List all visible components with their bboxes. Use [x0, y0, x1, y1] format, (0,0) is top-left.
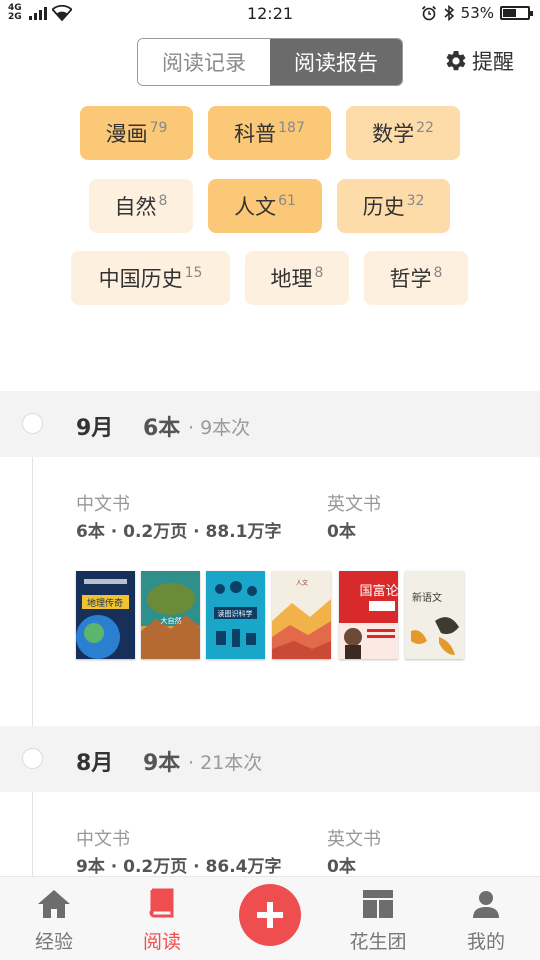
nav-label: 我的 — [466, 931, 505, 953]
book-cover-art: 大自然 — [141, 571, 200, 659]
cover-title: 人文 — [296, 579, 308, 587]
group-icon — [363, 890, 393, 918]
nav-experience[interactable]: 经验 — [0, 877, 108, 960]
tag-chip[interactable]: 中国历史 15 — [71, 251, 230, 305]
book-cover-art: 人文 — [272, 571, 331, 659]
gear-icon — [446, 50, 466, 71]
tag-chip[interactable]: 哲学 8 — [364, 251, 468, 305]
tag-name: 地理 — [270, 267, 313, 291]
book-cover-art: 新语文 — [405, 571, 464, 659]
month-label: 8月 — [76, 751, 114, 776]
tag-name: 自然 — [114, 195, 157, 219]
book-cover[interactable]: 地理传奇 — [76, 571, 135, 659]
tag-count: 61 — [278, 193, 296, 209]
tag-chip[interactable]: 历史 32 — [337, 179, 450, 233]
bluetooth-icon — [444, 5, 454, 21]
month-header[interactable]: 9月 6本 · 9本次 — [0, 391, 540, 457]
nav-peanut-group[interactable]: 花生团 — [324, 877, 432, 960]
english-books-label: 英文书 — [327, 829, 381, 850]
tag-name: 漫画 — [105, 122, 148, 146]
month-read-times: · 21本次 — [188, 752, 263, 774]
month-label: 9月 — [76, 416, 114, 441]
english-books-label: 英文书 — [327, 494, 381, 515]
tag-chip[interactable]: 数学 22 — [346, 106, 460, 160]
tag-name: 人文 — [234, 195, 277, 219]
month-book-count: 6本 — [143, 416, 181, 441]
alarm-icon — [421, 5, 436, 21]
month-header[interactable]: 8月 9本 · 21本次 — [0, 726, 540, 792]
english-books-value: 0本 — [327, 857, 356, 877]
cover-title: 大自然 — [161, 616, 182, 625]
tab-reading-record[interactable]: 阅读记录 — [138, 39, 270, 85]
battery-percent: 53% — [460, 4, 494, 22]
tag-count: 15 — [184, 265, 203, 281]
tag-chip[interactable]: 地理 8 — [245, 251, 349, 305]
tag-chip[interactable]: 漫画 79 — [80, 106, 193, 160]
tag-count: 22 — [416, 120, 434, 136]
book-cover-art: 地理传奇 — [76, 571, 135, 659]
report-toggle: 阅读记录 阅读报告 — [137, 38, 403, 86]
tab-reading-report[interactable]: 阅读报告 — [270, 39, 402, 85]
chinese-books-label: 中文书 — [76, 494, 130, 515]
tag-name: 历史 — [362, 195, 405, 219]
book-cover[interactable]: 人文 — [272, 571, 331, 659]
cover-title: 地理传奇 — [87, 597, 123, 609]
book-cover[interactable]: 国富论 — [339, 571, 398, 659]
english-books-value: 0本 — [327, 522, 356, 542]
tag-name: 哲学 — [389, 267, 432, 291]
chinese-books-label: 中文书 — [76, 829, 130, 850]
book-cover[interactable]: 新语文 — [405, 571, 464, 659]
cover-title: 国富论 — [359, 583, 398, 599]
tag-count: 8 — [314, 265, 324, 281]
tag-chip[interactable]: 自然 8 — [89, 179, 193, 233]
nav-mine[interactable]: 我的 — [432, 877, 540, 960]
nav-label: 阅读 — [142, 931, 181, 953]
timeline-line — [32, 424, 33, 884]
tag-chip[interactable]: 人文 61 — [208, 179, 322, 233]
cover-title: 新语文 — [412, 591, 442, 604]
add-button[interactable] — [239, 884, 301, 946]
tag-count: 8 — [433, 265, 443, 281]
book-cover-art: 国富论 — [339, 571, 398, 659]
month-read-times: · 9本次 — [188, 417, 251, 439]
timeline-dot — [22, 748, 43, 769]
book-icon — [149, 888, 174, 918]
chinese-books-value: 9本 · 0.2万页 · 86.4万字 — [76, 857, 282, 877]
nav-reading[interactable]: 阅读 — [108, 877, 216, 960]
cover-title: 读图识科学 — [218, 609, 253, 618]
tag-count: 79 — [149, 120, 168, 136]
book-cover-art: 读图识科学 — [206, 571, 265, 659]
profile-icon — [473, 891, 499, 918]
remind-label: 提醒 — [472, 50, 514, 74]
tag-name: 科普 — [234, 122, 277, 146]
remind-button[interactable]: 提醒 — [444, 46, 514, 76]
tag-name: 中国历史 — [98, 267, 183, 291]
tag-count: 32 — [406, 193, 425, 209]
battery-icon — [500, 6, 533, 20]
month-book-count: 9本 — [143, 751, 181, 776]
tag-count: 8 — [158, 193, 168, 209]
tag-name: 数学 — [372, 122, 415, 146]
tag-chip[interactable]: 科普 187 — [208, 106, 331, 160]
chinese-books-value: 6本 · 0.2万页 · 88.1万字 — [76, 522, 282, 542]
status-right: 53% — [421, 4, 533, 22]
book-cover[interactable]: 大自然 — [141, 571, 200, 659]
nav-label: 花生团 — [349, 931, 407, 953]
tag-count: 187 — [278, 120, 305, 136]
status-bar: 4G 2G 12:21 53% — [0, 0, 540, 30]
timeline-dot — [22, 413, 43, 434]
nav-label: 经验 — [34, 931, 73, 953]
book-cover[interactable]: 读图识科学 — [206, 571, 265, 659]
add-icon — [257, 902, 283, 928]
home-icon — [38, 890, 70, 918]
